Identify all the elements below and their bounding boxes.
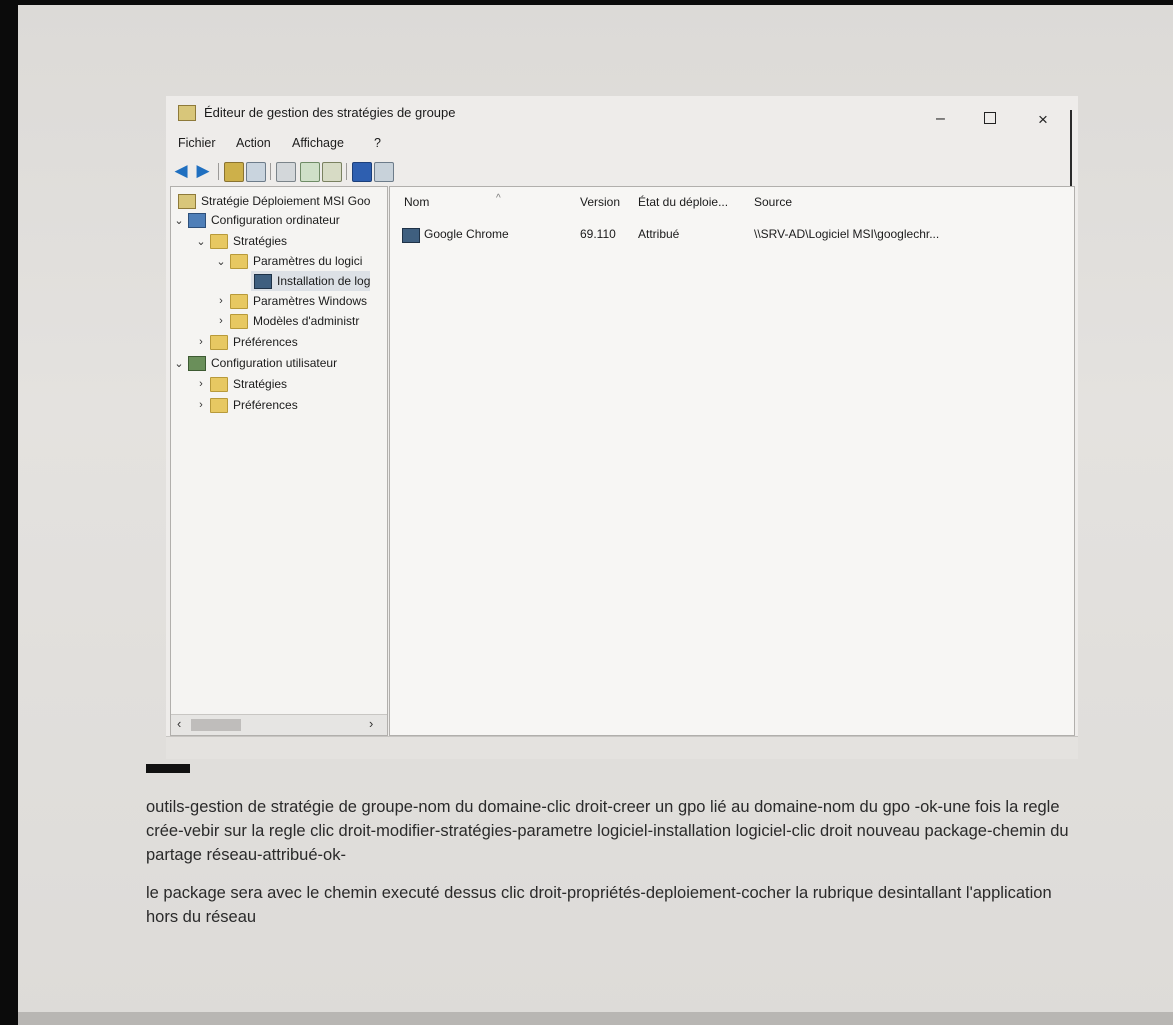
- folder-icon: [230, 253, 248, 269]
- tree-label: Stratégies: [233, 377, 288, 391]
- chevron-down-icon[interactable]: ⌄: [195, 235, 207, 248]
- tree-label: Stratégies: [233, 234, 288, 248]
- tree-item-strategies[interactable]: ⌄ Stratégies: [195, 231, 287, 251]
- scrollbar-thumb[interactable]: [191, 719, 241, 731]
- folder-icon: [210, 233, 228, 249]
- column-header-source[interactable]: Source: [754, 195, 792, 209]
- package-icon: [402, 228, 420, 243]
- bottom-bezel: [18, 1012, 1173, 1025]
- screen-bezel-left: [0, 0, 18, 1025]
- package-icon: [254, 273, 272, 289]
- status-bar: [166, 736, 1078, 759]
- show-hide-tree-icon[interactable]: [246, 162, 266, 182]
- folder-icon: [210, 376, 228, 392]
- console-tree: Stratégie Déploiement MSI Goo ⌄ Configur…: [170, 186, 388, 736]
- tree-item-user-strategies[interactable]: › Stratégies: [195, 374, 287, 394]
- tree-label: Configuration ordinateur: [211, 213, 340, 227]
- up-folder-icon[interactable]: [224, 162, 244, 182]
- view-icon[interactable]: [374, 162, 394, 182]
- column-header-state[interactable]: État du déploie...: [638, 195, 728, 209]
- tree-item-root[interactable]: Stratégie Déploiement MSI Goo: [175, 191, 370, 211]
- users-icon: [188, 355, 206, 371]
- chevron-right-icon[interactable]: ›: [195, 336, 207, 348]
- minimize-button[interactable]: –: [936, 110, 945, 128]
- toolbar-separator: [218, 163, 219, 180]
- gpo-icon: [178, 193, 196, 209]
- chevron-right-icon[interactable]: ›: [215, 315, 227, 327]
- cell-name: Google Chrome: [424, 227, 509, 241]
- chevron-right-icon[interactable]: ›: [195, 399, 207, 411]
- scroll-left-icon[interactable]: ‹: [177, 716, 181, 731]
- toolbar-separator: [270, 163, 271, 180]
- window-title: Éditeur de gestion des stratégies de gro…: [204, 105, 456, 120]
- scroll-right-icon[interactable]: ›: [369, 716, 373, 731]
- tree-label: Préférences: [233, 398, 298, 412]
- chevron-down-icon[interactable]: ⌄: [173, 214, 185, 227]
- taskbar-fragment: [146, 764, 190, 773]
- tree-label: Préférences: [233, 335, 298, 349]
- menu-affichage[interactable]: Affichage: [292, 136, 344, 150]
- gpo-editor-window: Éditeur de gestion des stratégies de gro…: [166, 96, 1078, 759]
- tree-horizontal-scrollbar[interactable]: ‹ ›: [171, 714, 387, 735]
- chevron-down-icon[interactable]: ⌄: [173, 357, 185, 370]
- tree-item-preferences[interactable]: › Préférences: [195, 332, 298, 352]
- tree-item-windows-settings[interactable]: › Paramètres Windows: [215, 291, 367, 311]
- notes-paragraph: le package sera avec le chemin executé d…: [146, 884, 1052, 926]
- gpo-app-icon: [178, 105, 196, 121]
- properties-icon[interactable]: [276, 162, 296, 182]
- tree-item-computer-config[interactable]: ⌄ Configuration ordinateur: [173, 210, 340, 230]
- instruction-notes: outils-gestion de stratégie de groupe-no…: [146, 795, 1086, 943]
- toolbar: ◀ ▶: [166, 158, 1078, 184]
- tree-label: Stratégie Déploiement MSI Goo: [201, 194, 371, 208]
- tree-item-user-config[interactable]: ⌄ Configuration utilisateur: [173, 353, 337, 373]
- cell-version: 69.110: [580, 227, 616, 241]
- title-bar: Éditeur de gestion des stratégies de gro…: [166, 96, 1078, 132]
- chevron-right-icon[interactable]: ›: [195, 378, 207, 390]
- toolbar-separator: [346, 163, 347, 180]
- tree-item-software-install[interactable]: Installation de log: [251, 271, 371, 291]
- back-arrow-icon[interactable]: ◀: [172, 162, 190, 180]
- cell-state: Attribué: [638, 227, 680, 241]
- menu-help[interactable]: ?: [374, 136, 381, 150]
- results-pane: Nom ^ Version État du déploie... Source …: [389, 186, 1075, 736]
- tree-label: Configuration utilisateur: [211, 356, 338, 370]
- tree-label: Paramètres Windows: [253, 294, 368, 308]
- close-button[interactable]: ×: [1038, 110, 1048, 130]
- tree-item-software-settings[interactable]: ⌄ Paramètres du logici: [215, 251, 362, 271]
- refresh-icon[interactable]: [300, 162, 320, 182]
- chevron-down-icon[interactable]: ⌄: [215, 255, 227, 268]
- tree-item-user-preferences[interactable]: › Préférences: [195, 395, 298, 415]
- tree-label: Paramètres du logici: [253, 254, 363, 268]
- column-header-name[interactable]: Nom ^: [404, 193, 501, 209]
- cell-source: \\SRV-AD\Logiciel MSI\googlechr...: [754, 227, 940, 241]
- maximize-button[interactable]: [984, 112, 996, 124]
- computer-icon: [188, 212, 206, 228]
- help-icon[interactable]: [352, 162, 372, 182]
- export-list-icon[interactable]: [322, 162, 342, 182]
- folder-icon: [230, 293, 248, 309]
- folder-icon: [210, 334, 228, 350]
- column-label: Nom: [404, 195, 430, 209]
- tree-label: Installation de log: [277, 274, 371, 288]
- screen-bezel-top: [0, 0, 1173, 5]
- menu-fichier[interactable]: Fichier: [178, 136, 216, 150]
- chevron-right-icon[interactable]: ›: [215, 295, 227, 307]
- column-header-version[interactable]: Version: [580, 195, 620, 209]
- folder-icon: [230, 313, 248, 329]
- forward-arrow-icon[interactable]: ▶: [194, 162, 212, 180]
- notes-paragraph: outils-gestion de stratégie de groupe-no…: [146, 798, 1069, 864]
- tree-label: Modèles d'administr: [253, 314, 360, 328]
- menu-action[interactable]: Action: [236, 136, 271, 150]
- sort-ascending-icon: ^: [496, 193, 501, 204]
- folder-icon: [210, 397, 228, 413]
- tree-item-admin-templates[interactable]: › Modèles d'administr: [215, 311, 359, 331]
